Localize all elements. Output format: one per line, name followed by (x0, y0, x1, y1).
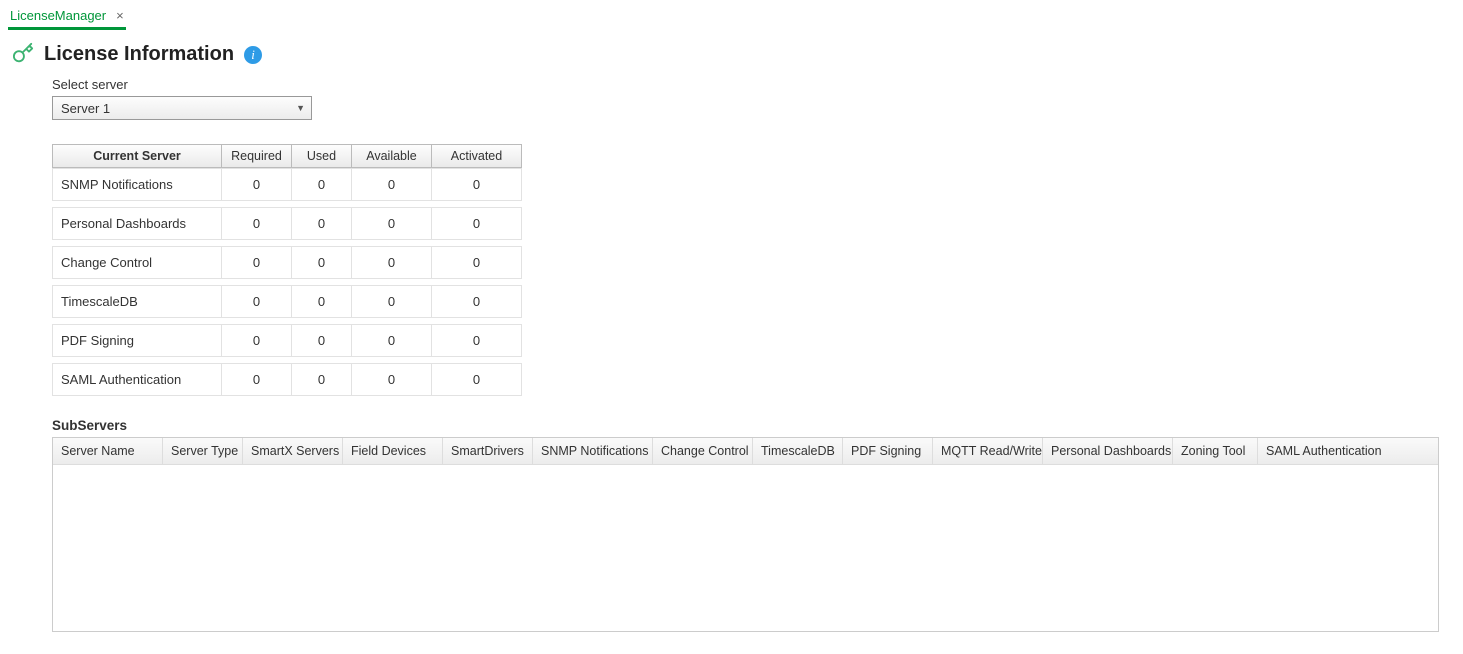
cell-used: 0 (292, 246, 352, 279)
cell-used: 0 (292, 285, 352, 318)
cell-available: 0 (352, 246, 432, 279)
subservers-col-header[interactable]: Personal Dashboards (1043, 438, 1173, 464)
table-row[interactable]: Change Control0000 (52, 246, 522, 279)
subservers-col-header[interactable]: TimescaleDB (753, 438, 843, 464)
col-required[interactable]: Required (222, 144, 292, 168)
table-row[interactable]: TimescaleDB0000 (52, 285, 522, 318)
cell-name: Personal Dashboards (52, 207, 222, 240)
cell-activated: 0 (432, 207, 522, 240)
subservers-col-header[interactable]: Field Devices (343, 438, 443, 464)
subservers-col-header[interactable]: SNMP Notifications (533, 438, 653, 464)
subservers-col-header[interactable]: SmartX Servers (243, 438, 343, 464)
cell-used: 0 (292, 168, 352, 201)
cell-available: 0 (352, 285, 432, 318)
cell-used: 0 (292, 207, 352, 240)
cell-available: 0 (352, 168, 432, 201)
table-row[interactable]: SNMP Notifications0000 (52, 168, 522, 201)
cell-available: 0 (352, 363, 432, 396)
key-icon (12, 42, 34, 67)
subservers-header-row: Server NameServer TypeSmartX ServersFiel… (53, 438, 1438, 465)
cell-activated: 0 (432, 324, 522, 357)
cell-available: 0 (352, 324, 432, 357)
select-server-label: Select server (52, 77, 1451, 92)
subservers-col-header[interactable]: Server Name (53, 438, 163, 464)
page-title: License Information (44, 43, 234, 66)
cell-activated: 0 (432, 246, 522, 279)
cell-required: 0 (222, 285, 292, 318)
cell-name: SAML Authentication (52, 363, 222, 396)
table-row[interactable]: PDF Signing0000 (52, 324, 522, 357)
cell-required: 0 (222, 363, 292, 396)
cell-required: 0 (222, 324, 292, 357)
cell-activated: 0 (432, 363, 522, 396)
cell-used: 0 (292, 324, 352, 357)
subservers-col-header[interactable]: Zoning Tool (1173, 438, 1258, 464)
cell-name: SNMP Notifications (52, 168, 222, 201)
subservers-col-header[interactable]: SmartDrivers (443, 438, 533, 464)
tab-label: LicenseManager (10, 8, 106, 23)
subservers-col-header[interactable]: PDF Signing (843, 438, 933, 464)
cell-required: 0 (222, 207, 292, 240)
cell-activated: 0 (432, 168, 522, 201)
cell-used: 0 (292, 363, 352, 396)
tab-license-manager[interactable]: LicenseManager × (8, 6, 126, 30)
cell-name: PDF Signing (52, 324, 222, 357)
subservers-title: SubServers (52, 418, 1451, 433)
subservers-col-header[interactable]: Server Type (163, 438, 243, 464)
col-current-server[interactable]: Current Server (52, 144, 222, 168)
cell-available: 0 (352, 207, 432, 240)
table-row[interactable]: Personal Dashboards0000 (52, 207, 522, 240)
chevron-down-icon: ▼ (296, 103, 305, 113)
subservers-col-header[interactable]: Change Control (653, 438, 753, 464)
close-icon[interactable]: × (116, 8, 124, 23)
server-dropdown-value: Server 1 (61, 101, 110, 116)
subservers-col-header[interactable]: MQTT Read/Write (933, 438, 1043, 464)
cell-activated: 0 (432, 285, 522, 318)
col-used[interactable]: Used (292, 144, 352, 168)
cell-required: 0 (222, 246, 292, 279)
tab-bar: LicenseManager × (0, 0, 1463, 30)
table-row[interactable]: SAML Authentication0000 (52, 363, 522, 396)
license-table: Current Server Required Used Available A… (52, 144, 522, 396)
subservers-col-header[interactable]: SAML Authentication (1258, 438, 1438, 464)
info-icon[interactable]: i (244, 46, 262, 64)
col-available[interactable]: Available (352, 144, 432, 168)
subservers-table: Server NameServer TypeSmartX ServersFiel… (52, 437, 1439, 632)
cell-name: TimescaleDB (52, 285, 222, 318)
server-dropdown[interactable]: Server 1 ▼ (52, 96, 312, 120)
col-activated[interactable]: Activated (432, 144, 522, 168)
cell-required: 0 (222, 168, 292, 201)
cell-name: Change Control (52, 246, 222, 279)
license-table-header-row: Current Server Required Used Available A… (52, 144, 522, 168)
